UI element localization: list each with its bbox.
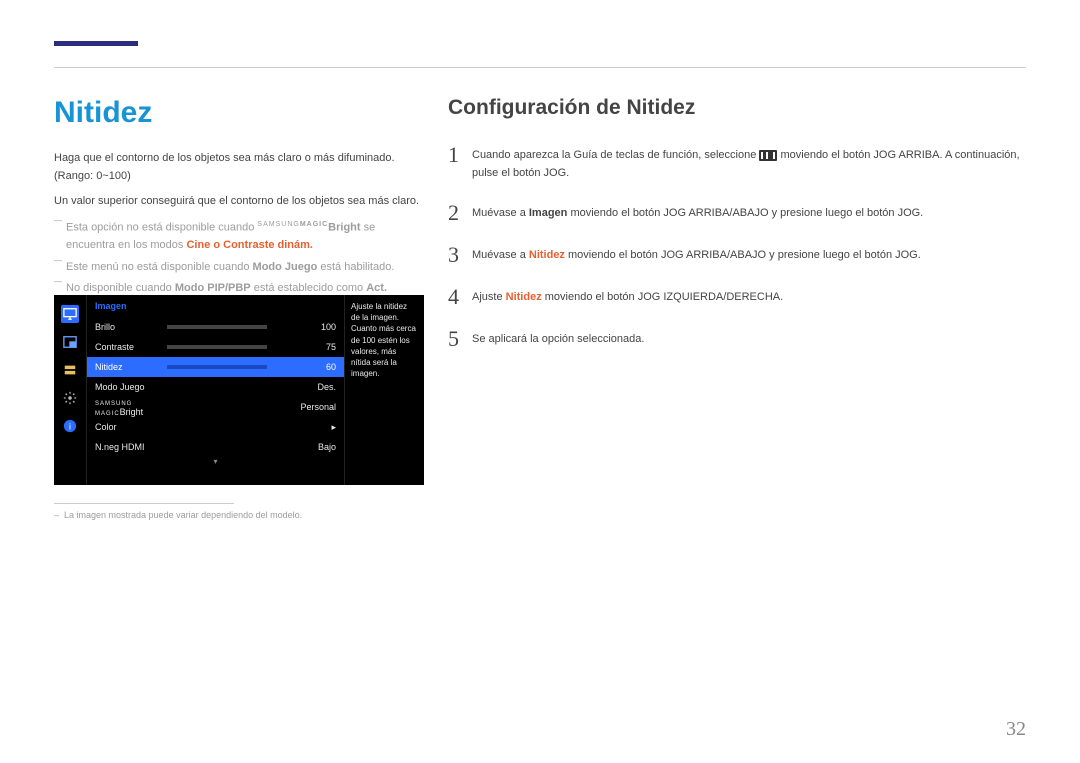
right-column: Configuración de Nitidez 1 Cuando aparez… (448, 96, 1028, 370)
note2-part-a: Este menú no está disponible cuando (66, 261, 253, 273)
footnote-rule (54, 503, 234, 504)
osd-row-nneg: N.neg HDMI Bajo (87, 437, 344, 457)
step-text: Muévase a Nitidez moviendo el botón JOG … (472, 244, 921, 265)
step-number: 1 (448, 144, 472, 166)
s2b: moviendo el botón JOG ARRIBA/ABAJO y pre… (567, 207, 923, 219)
osd-row-color: Color ▸ (87, 417, 344, 437)
osd-label: N.neg HDMI (95, 442, 167, 452)
left-column: Nitidez Haga que el contorno de los obje… (54, 96, 424, 302)
s3b: moviendo el botón JOG ARRIBA/ABAJO y pre… (565, 249, 921, 261)
step-text: Se aplicará la opción seleccionada. (472, 328, 644, 349)
chevron-right-icon: ▸ (292, 422, 336, 433)
slider-nitidez (167, 365, 267, 369)
magic-label: MAGIC (300, 221, 328, 228)
step-2: 2 Muévase a Imagen moviendo el botón JOG… (448, 202, 1028, 224)
osd-main: Imagen Brillo 100 Contraste 75 Nitidez 6… (86, 295, 344, 485)
note3-act: Act. (366, 282, 387, 294)
page-number: 32 (1006, 718, 1026, 741)
osd-label: Brillo (95, 322, 167, 332)
osd-label: Modo Juego (95, 382, 167, 392)
s1a: Cuando aparezca la Guía de teclas de fun… (472, 149, 759, 161)
s2a: Muévase a (472, 207, 529, 219)
osd-row-brillo: Brillo 100 (87, 317, 344, 337)
osd-label: Contraste (95, 342, 167, 352)
header-rule (54, 67, 1026, 68)
steps-list: 1 Cuando aparezca la Guía de teclas de f… (448, 144, 1028, 350)
step-text: Ajuste Nitidez moviendo el botón JOG IZQ… (472, 286, 783, 307)
bright-label: Bright (328, 221, 360, 233)
s4b: moviendo el botón JOG IZQUIERDA/DERECHA. (542, 291, 783, 303)
menu-icon (759, 150, 777, 161)
footnote: La imagen mostrada puede variar dependie… (54, 510, 302, 520)
osd-row-contraste: Contraste 75 (87, 337, 344, 357)
step-number: 3 (448, 244, 472, 266)
heading-nitidez: Nitidez (54, 96, 424, 130)
intro-text: Haga que el contorno de los objetos sea … (54, 150, 424, 185)
svg-text:i: i (69, 422, 71, 432)
step-text: Cuando aparezca la Guía de teclas de fun… (472, 144, 1028, 182)
pip-icon (61, 333, 79, 351)
step-number: 4 (448, 286, 472, 308)
note2-part-b: está habilitado. (317, 261, 394, 273)
slider-brillo (167, 325, 267, 329)
note-modo-juego: Este menú no está disponible cuando Modo… (54, 259, 424, 277)
osd-row-magicbright: SAMSUNGMAGICBright Personal (87, 397, 344, 417)
heading-config: Configuración de Nitidez (448, 96, 1028, 120)
step-5: 5 Se aplicará la opción seleccionada. (448, 328, 1028, 350)
s3bold: Nitidez (529, 249, 565, 261)
note-magic-bright: Esta opción no está disponible cuando SA… (54, 219, 424, 255)
note3-part-a: No disponible cuando (66, 282, 175, 294)
mb-suf: Bright (120, 407, 144, 417)
s3a: Muévase a (472, 249, 529, 261)
s4a: Ajuste (472, 291, 506, 303)
osd-row-nitidez-selected: Nitidez 60 (87, 357, 344, 377)
osd-screenshot: i Imagen Brillo 100 Contraste 75 Nitidez… (54, 295, 424, 485)
slider-contraste (167, 345, 267, 349)
osd-label: SAMSUNGMAGICBright (95, 397, 167, 417)
monitor-icon (61, 305, 79, 323)
s4bold: Nitidez (506, 291, 542, 303)
osd-row-modojuego: Modo Juego Des. (87, 377, 344, 397)
osd-header: Imagen (87, 295, 344, 317)
osd-value: Personal (292, 402, 336, 412)
osd-label: Nitidez (95, 362, 167, 372)
osd-value: Des. (292, 382, 336, 392)
osd-description: Ajuste la nitidez de la imagen. Cuanto m… (344, 295, 424, 485)
settings-icon (61, 389, 79, 407)
samsung-label: SAMSUNG (257, 221, 299, 228)
osd-label: Color (95, 422, 167, 432)
step-1: 1 Cuando aparezca la Guía de teclas de f… (448, 144, 1028, 182)
osd-sidebar: i (54, 295, 86, 485)
note2-bold: Modo Juego (253, 261, 318, 273)
note1-modes: Cine o Contraste dinám. (186, 239, 313, 251)
chevron-down-icon: ▾ (87, 457, 344, 469)
step-number: 5 (448, 328, 472, 350)
osd-value: 100 (292, 322, 336, 332)
s2bold: Imagen (529, 207, 568, 219)
note3-bold: Modo PIP/PBP (175, 282, 251, 294)
osd-value: 75 (292, 342, 336, 352)
step-number: 2 (448, 202, 472, 224)
info-icon: i (61, 417, 79, 435)
chapter-indicator (54, 41, 138, 46)
note3-part-b: está establecido como (251, 282, 367, 294)
step-3: 3 Muévase a Nitidez moviendo el botón JO… (448, 244, 1028, 266)
osd-value: 60 (292, 362, 336, 372)
note1-part-a: Esta opción no está disponible cuando (66, 221, 257, 233)
osd-value: Bajo (292, 442, 336, 452)
sub-text: Un valor superior conseguirá que el cont… (54, 193, 424, 211)
step-text: Muévase a Imagen moviendo el botón JOG A… (472, 202, 923, 223)
display-icon (61, 361, 79, 379)
step-4: 4 Ajuste Nitidez moviendo el botón JOG I… (448, 286, 1028, 308)
